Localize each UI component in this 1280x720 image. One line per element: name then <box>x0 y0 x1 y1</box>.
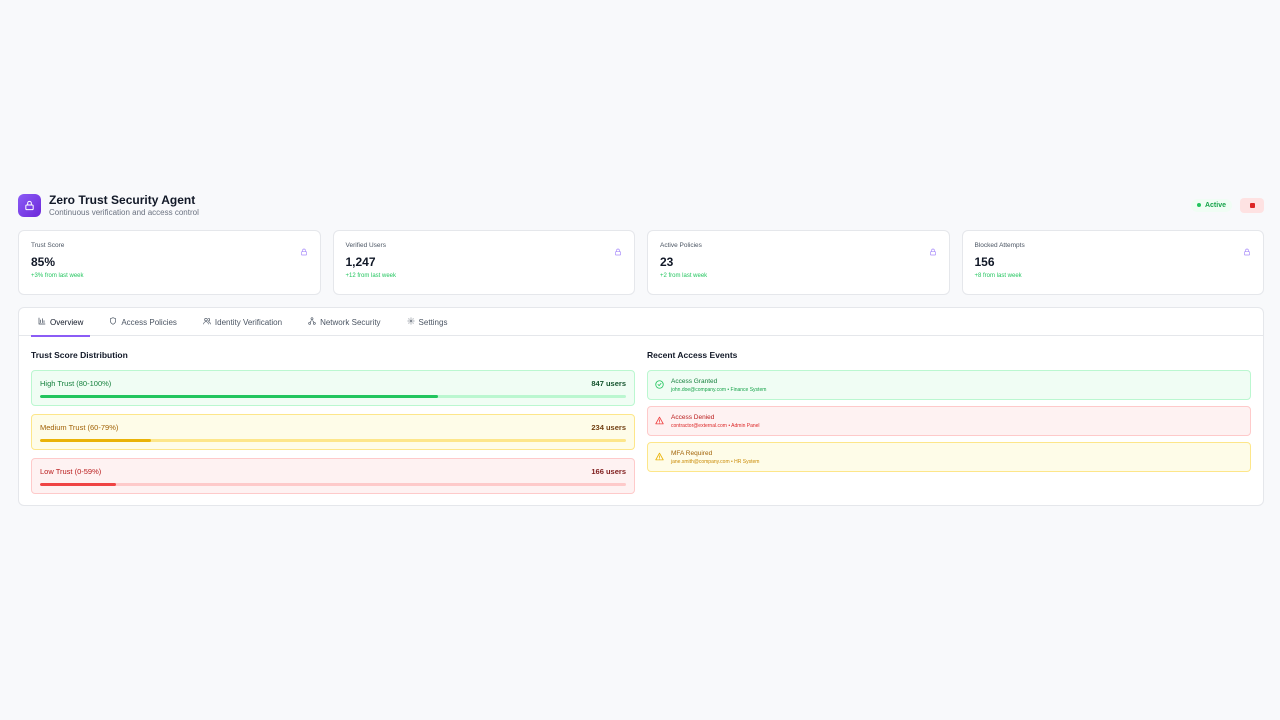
check-circle-icon <box>655 376 664 394</box>
stat-label: Verified Users <box>345 242 386 249</box>
distribution-label: High Trust (80-100%) <box>40 379 112 388</box>
stop-button[interactable] <box>1240 197 1264 213</box>
event-item-granted[interactable]: Access Granted john.doe@company.com • Fi… <box>647 370 1251 400</box>
stat-change: +3% from last week <box>31 273 84 279</box>
network-icon <box>308 317 316 327</box>
tab-network-security[interactable]: Network Security <box>301 308 387 336</box>
status-dot-icon <box>1196 203 1201 207</box>
alert-triangle-icon <box>655 412 664 430</box>
stat-label: Trust Score <box>31 242 65 249</box>
stat-value: 23 <box>660 255 674 269</box>
progress-bar <box>40 395 626 398</box>
overview-content: Trust Score Distribution High Trust (80-… <box>19 336 1263 502</box>
lock-icon <box>929 243 937 261</box>
header: Zero Trust Security Agent Continuous ver… <box>18 192 1264 218</box>
stat-change: +8 from last week <box>974 273 1022 279</box>
event-detail: jane.smith@company.com • HR System <box>671 458 760 465</box>
event-title: MFA Required <box>671 449 713 457</box>
access-events-section: Recent Access Events Access Granted john… <box>647 350 1251 502</box>
tab-label: Access Policies <box>121 317 177 327</box>
progress-bar <box>40 483 626 486</box>
stat-change: +2 from last week <box>660 273 708 279</box>
distribution-count: 166 users <box>591 467 626 476</box>
distribution-label: Low Trust (0-59%) <box>40 467 102 476</box>
header-actions: Active <box>1190 197 1264 213</box>
event-detail: contractor@external.com • Admin Panel <box>671 422 760 429</box>
page-title: Zero Trust Security Agent <box>49 192 196 207</box>
brand: Zero Trust Security Agent Continuous ver… <box>18 193 199 218</box>
trust-distribution-section: Trust Score Distribution High Trust (80-… <box>31 350 635 502</box>
stat-value: 156 <box>974 255 995 269</box>
stat-value: 1,247 <box>345 255 376 269</box>
main-panel: Overview Access Policies Identity Verifi… <box>18 307 1264 506</box>
progress-fill <box>40 395 439 398</box>
security-dashboard: Zero Trust Security Agent Continuous ver… <box>18 192 1264 506</box>
stop-icon <box>1249 202 1255 208</box>
stat-card-trust-score: Trust Score 85% +3% from last week <box>18 230 321 295</box>
gear-icon <box>407 317 415 327</box>
tab-label: Overview <box>50 317 84 327</box>
users-icon <box>203 317 211 327</box>
tab-label: Network Security <box>320 317 381 327</box>
distribution-row-medium: Medium Trust (60-79%) 234 users <box>31 414 635 450</box>
lock-icon <box>614 243 622 261</box>
tab-bar: Overview Access Policies Identity Verifi… <box>19 308 1263 337</box>
stat-value: 85% <box>31 255 56 269</box>
tab-overview[interactable]: Overview <box>31 308 91 337</box>
progress-fill <box>40 483 117 486</box>
page-subtitle: Continuous verification and access contr… <box>49 207 199 217</box>
tab-access-policies[interactable]: Access Policies <box>102 308 184 336</box>
lock-icon <box>1243 243 1251 261</box>
shield-icon <box>109 317 117 327</box>
section-title: Recent Access Events <box>647 350 738 360</box>
status-badge: Active <box>1190 198 1232 212</box>
stat-label: Blocked Attempts <box>974 242 1025 249</box>
stat-card-active-policies: Active Policies 23 +2 from last week <box>647 230 950 295</box>
lock-icon <box>18 193 41 217</box>
progress-fill <box>40 439 152 442</box>
event-item-denied[interactable]: Access Denied contractor@external.com • … <box>647 406 1251 436</box>
tab-settings[interactable]: Settings <box>400 308 455 336</box>
event-title: Access Denied <box>671 413 715 421</box>
stat-card-blocked-attempts: Blocked Attempts 156 +8 from last week <box>961 230 1264 295</box>
alert-triangle-icon <box>655 448 664 466</box>
lock-icon <box>300 243 308 261</box>
bar-chart-icon <box>38 317 46 327</box>
tab-identity-verification[interactable]: Identity Verification <box>196 308 289 336</box>
event-title: Access Granted <box>671 377 718 385</box>
distribution-label: Medium Trust (60-79%) <box>40 423 119 432</box>
status-label: Active <box>1204 201 1226 209</box>
section-title: Trust Score Distribution <box>31 350 128 360</box>
stat-card-verified-users: Verified Users 1,247 +12 from last week <box>332 230 635 295</box>
event-detail: john.doe@company.com • Finance System <box>671 386 767 393</box>
progress-bar <box>40 439 626 442</box>
tab-label: Identity Verification <box>214 317 283 327</box>
distribution-count: 234 users <box>591 423 626 432</box>
stat-change: +12 from last week <box>345 273 397 279</box>
stat-label: Active Policies <box>660 242 702 249</box>
stats-row: Trust Score 85% +3% from last week Verif… <box>18 230 1264 295</box>
distribution-count: 847 users <box>591 379 626 388</box>
event-item-mfa[interactable]: MFA Required jane.smith@company.com • HR… <box>647 442 1251 472</box>
distribution-row-high: High Trust (80-100%) 847 users <box>31 370 635 406</box>
tab-label: Settings <box>418 317 448 327</box>
distribution-row-low: Low Trust (0-59%) 166 users <box>31 458 635 494</box>
